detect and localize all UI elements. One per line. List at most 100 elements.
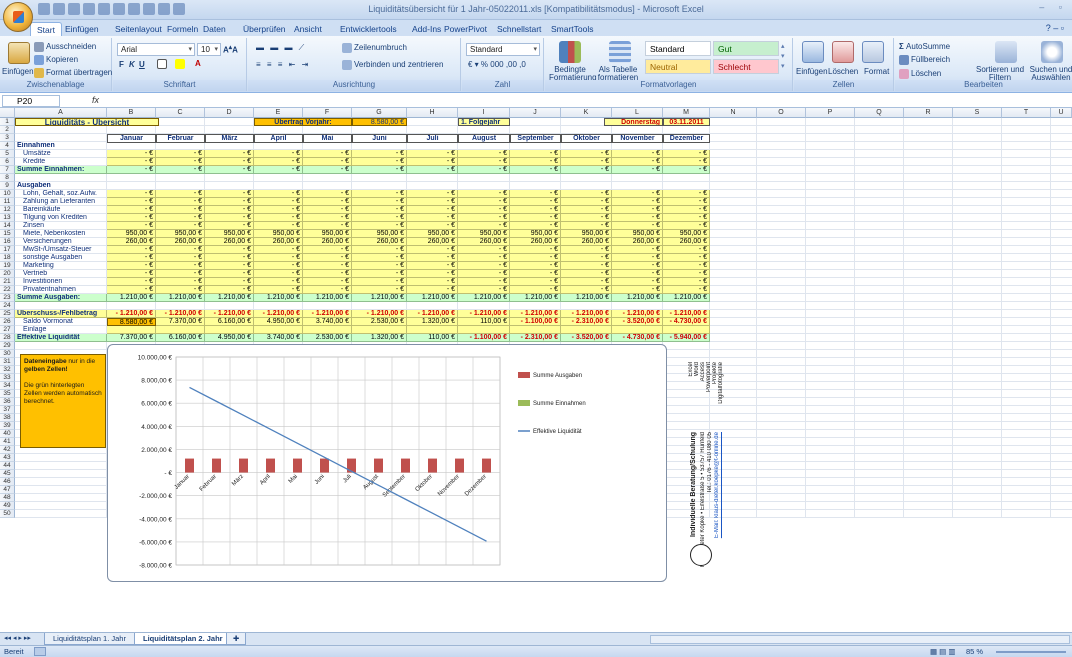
row-header[interactable]: 1 [0,118,15,126]
row-header[interactable]: 23 [0,294,15,302]
tab-powerpivot[interactable]: PowerPivot [444,22,487,36]
data-cell[interactable]: 7.370,00 € [107,334,156,342]
row-header[interactable]: 6 [0,158,15,166]
data-cell[interactable]: - € [561,262,612,270]
tab-seitenlayout[interactable]: Seitenlayout [115,22,162,36]
data-cell[interactable]: - € [407,206,458,214]
column-header[interactable]: D [205,108,254,118]
data-cell[interactable]: 1.210,00 € [561,294,612,302]
data-cell[interactable]: 1.210,00 € [254,294,303,302]
tab-ansicht[interactable]: Ansicht [294,22,322,36]
cut-button[interactable]: Ausschneiden [34,42,96,52]
tab-entwicklertools[interactable]: Entwicklertools [340,22,397,36]
column-header[interactable]: I [458,108,510,118]
row-header[interactable]: 25 [0,310,15,318]
horizontal-align-buttons[interactable]: ≡ ≡ ≡ ⇤ ⇥ [256,60,310,69]
data-cell[interactable]: - 1.210,00 € [663,310,710,318]
data-cell[interactable]: 260,00 € [407,238,458,246]
font-size-select[interactable]: 10 [197,43,221,56]
row-header[interactable]: 3 [0,134,15,142]
data-cell[interactable]: - € [458,214,510,222]
office-button[interactable] [3,2,33,32]
data-cell[interactable]: - € [156,214,205,222]
row-header[interactable]: 31 [0,358,15,366]
data-cell[interactable]: - € [612,246,663,254]
data-cell[interactable]: - € [663,286,710,294]
row-header[interactable]: 44 [0,462,15,470]
sheet-tab-year2[interactable]: Liquiditätsplan 2. Jahr [134,633,232,645]
tab-daten[interactable]: Daten [203,22,226,36]
data-cell[interactable]: - € [205,214,254,222]
autosum-button[interactable]: Σ AutoSumme [899,42,950,51]
data-cell[interactable] [303,326,352,334]
data-cell[interactable]: - € [612,166,663,174]
underline-button[interactable]: U [139,60,145,69]
data-cell[interactable]: - € [107,286,156,294]
data-cell[interactable]: - € [303,214,352,222]
column-header[interactable]: S [953,108,1002,118]
data-cell[interactable]: - 1.210,00 € [407,310,458,318]
data-cell[interactable]: - 1.210,00 € [612,310,663,318]
data-cell[interactable]: - € [663,222,710,230]
data-cell[interactable]: - € [612,278,663,286]
data-cell[interactable]: - € [458,270,510,278]
data-cell[interactable]: 6.160,00 € [205,318,254,326]
data-cell[interactable]: - € [407,222,458,230]
insert-cells-icon[interactable] [802,41,824,63]
data-cell[interactable]: - € [612,262,663,270]
data-cell[interactable]: - 1.210,00 € [561,310,612,318]
data-cell[interactable]: - € [663,166,710,174]
data-cell[interactable]: - € [458,278,510,286]
paste-button[interactable]: Einfügen [2,67,34,76]
insert-sheet-tab[interactable]: ✚ [226,633,247,645]
column-header[interactable]: H [407,108,458,118]
data-cell[interactable]: - € [561,214,612,222]
format-painter-button[interactable]: Format übertragen [34,68,112,78]
data-cell[interactable]: - 1.210,00 € [254,310,303,318]
row-header[interactable]: 40 [0,430,15,438]
column-header[interactable]: R [904,108,953,118]
data-cell[interactable]: - € [561,246,612,254]
data-cell[interactable]: - € [663,254,710,262]
data-cell[interactable]: - € [156,198,205,206]
row-header[interactable]: 15 [0,230,15,238]
number-format-buttons[interactable]: € ▾ % 000 ,00 ,0 [468,60,526,69]
data-cell[interactable]: - € [561,286,612,294]
data-cell[interactable]: - € [663,278,710,286]
data-cell[interactable]: 1.210,00 € [458,294,510,302]
data-cell[interactable]: 260,00 € [254,238,303,246]
data-cell[interactable]: - € [107,222,156,230]
horizontal-scrollbar[interactable] [650,635,1070,644]
data-cell[interactable]: - € [352,214,407,222]
data-cell[interactable]: - € [107,206,156,214]
vertical-align-buttons[interactable]: ▬ ▬ ▬ ⟋ [256,43,306,53]
data-cell[interactable]: 4.950,00 € [205,334,254,342]
data-cell[interactable]: 1.210,00 € [510,294,561,302]
data-cell[interactable]: - € [510,286,561,294]
data-cell[interactable]: - € [458,166,510,174]
data-cell[interactable]: - € [458,206,510,214]
data-cell[interactable]: - € [510,254,561,262]
data-cell[interactable]: - € [254,214,303,222]
data-cell[interactable]: 260,00 € [663,238,710,246]
styles-scroll[interactable]: ▴ ▾ ▾ [781,42,785,72]
row-header[interactable]: 42 [0,446,15,454]
data-cell[interactable]: - € [510,246,561,254]
data-cell[interactable]: - € [407,190,458,198]
data-cell[interactable]: 260,00 € [303,238,352,246]
data-cell[interactable]: - € [407,166,458,174]
data-cell[interactable]: - € [156,150,205,158]
data-cell[interactable] [510,326,561,334]
data-cell[interactable]: - € [407,214,458,222]
row-header[interactable]: 24 [0,302,15,310]
liquidity-chart[interactable]: 10.000,00 € 8.000,00 € 6.000,00 € 4.000,00 … [107,344,667,582]
data-cell[interactable]: 3.740,00 € [303,318,352,326]
data-cell[interactable]: 950,00 € [407,230,458,238]
column-header[interactable]: T [1002,108,1051,118]
row-header[interactable]: 5 [0,150,15,158]
data-cell[interactable]: - € [612,198,663,206]
data-cell[interactable]: 3.740,00 € [254,334,303,342]
data-cell[interactable]: 950,00 € [156,230,205,238]
data-cell[interactable]: - € [107,278,156,286]
sheet-tab-year1[interactable]: Liquiditätsplan 1. Jahr [44,633,135,645]
